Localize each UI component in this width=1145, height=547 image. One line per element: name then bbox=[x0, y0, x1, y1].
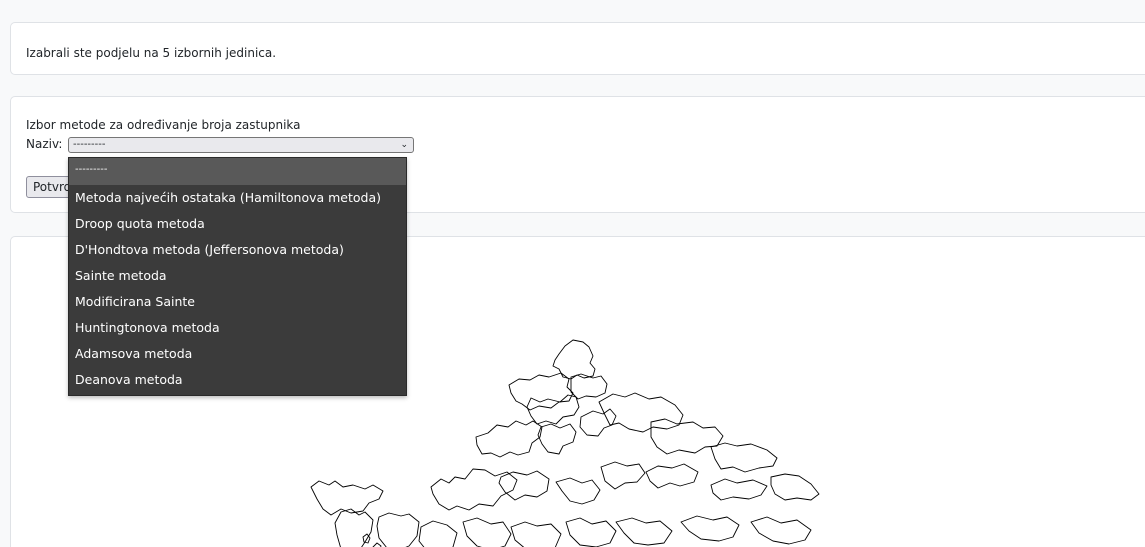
map-region bbox=[615, 517, 673, 546]
dropdown-option[interactable]: Deanova metoda bbox=[69, 367, 406, 393]
map-region bbox=[510, 521, 562, 547]
dropdown-option[interactable]: Modificirana Sainte bbox=[69, 289, 406, 315]
info-card: Izabrali ste podjelu na 5 izbornih jedin… bbox=[10, 22, 1145, 75]
page: Izabrali ste podjelu na 5 izbornih jedin… bbox=[0, 0, 1145, 547]
map-region bbox=[579, 408, 617, 437]
map-region bbox=[430, 468, 518, 511]
method-select[interactable]: --------- ⌄ bbox=[68, 137, 414, 153]
dropdown-option[interactable]: --------- bbox=[69, 158, 406, 185]
map-region bbox=[680, 515, 740, 542]
map-region bbox=[372, 542, 382, 547]
map-region bbox=[710, 442, 778, 473]
map-region bbox=[462, 517, 512, 547]
dropdown-option[interactable]: D'Hondtova metoda (Jeffersonova metoda) bbox=[69, 237, 406, 263]
map-region bbox=[600, 461, 646, 490]
dropdown-option[interactable]: Huntingtonova metoda bbox=[69, 315, 406, 341]
method-title: Izbor metode za određivanje broja zastup… bbox=[26, 118, 301, 132]
dropdown-option[interactable]: Adamsova metoda bbox=[69, 341, 406, 367]
map-region bbox=[710, 478, 768, 501]
map-region bbox=[508, 372, 574, 411]
map-region bbox=[376, 512, 420, 547]
method-select-value: --------- bbox=[73, 139, 106, 150]
map-region bbox=[334, 508, 374, 547]
map-region bbox=[570, 373, 608, 400]
chevron-down-icon: ⌄ bbox=[400, 140, 408, 150]
dropdown-option[interactable]: Sainte metoda bbox=[69, 263, 406, 289]
map-region bbox=[475, 420, 543, 458]
dropdown-option[interactable]: Droop quota metoda bbox=[69, 211, 406, 237]
map-region bbox=[418, 520, 458, 547]
map-region bbox=[770, 473, 820, 501]
method-dropdown-list[interactable]: --------- Metoda najvećih ostataka (Hami… bbox=[68, 157, 407, 396]
selected-division-text: Izabrali ste podjelu na 5 izbornih jedin… bbox=[26, 46, 277, 60]
naziv-label: Naziv: bbox=[26, 137, 63, 151]
dropdown-option[interactable]: Metoda najvećih ostataka (Hamiltonova me… bbox=[69, 185, 406, 211]
map-region bbox=[537, 423, 577, 455]
map-region bbox=[565, 517, 617, 547]
map-region bbox=[650, 418, 724, 455]
map-region bbox=[526, 394, 580, 425]
map-region bbox=[555, 477, 601, 505]
map-region bbox=[498, 470, 550, 501]
map-region bbox=[645, 463, 699, 489]
map-region bbox=[750, 516, 812, 545]
map-region bbox=[598, 392, 684, 433]
